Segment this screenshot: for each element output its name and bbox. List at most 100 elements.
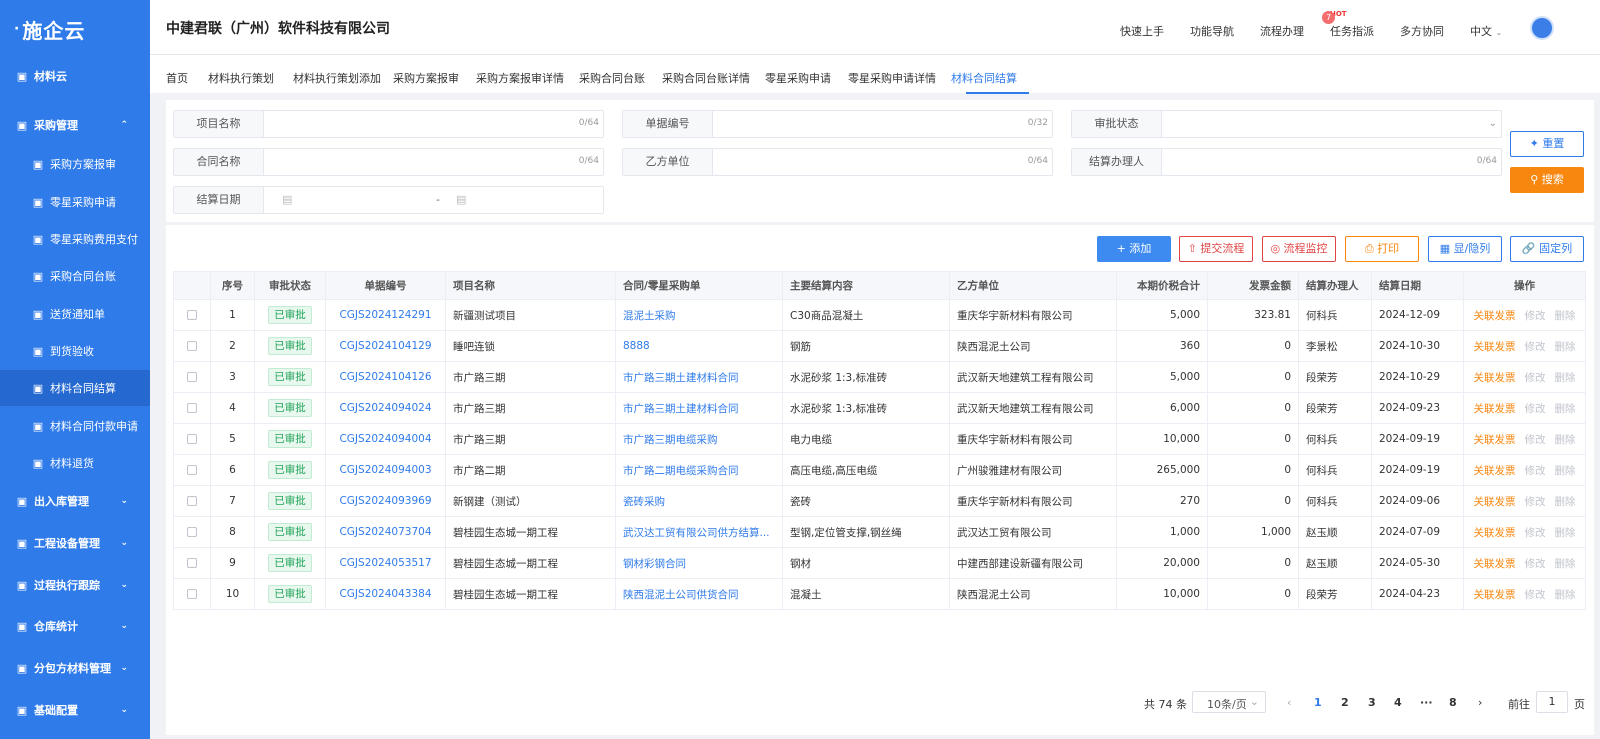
edit-button[interactable]: 修改 — [1525, 372, 1546, 384]
doc-code-link[interactable]: CGJS2024053517 — [325, 547, 446, 579]
table-row[interactable]: 7 已审批 CGJS2024093969 新钢建（测试） 瓷砖采购 瓷砖 重庆华宇新材料有限… — [173, 485, 1586, 517]
link-invoice-button[interactable]: 关联发票 — [1474, 310, 1516, 322]
sidebar-item[interactable]: ▣ 分包方材料管理 ⌄ — [0, 650, 150, 686]
link-invoice-button[interactable]: 关联发票 — [1474, 527, 1516, 539]
language-select[interactable]: 中文 ⌄ — [1470, 23, 1502, 39]
sidebar-item[interactable]: ▣ 采购管理 ⌃ — [0, 107, 150, 143]
doc-code-link[interactable]: CGJS2024094003 — [325, 454, 446, 486]
delete-button[interactable]: 删除 — [1555, 372, 1576, 384]
link-invoice-button[interactable]: 关联发票 — [1474, 558, 1516, 570]
filter-doc-no[interactable]: 单据编号 0/32 — [622, 110, 1053, 138]
search-button[interactable]: ⚲ 搜索 — [1510, 167, 1584, 193]
flow-monitor-button[interactable]: ◎ 流程监控 — [1262, 236, 1336, 262]
link-invoice-button[interactable]: 关联发票 — [1474, 434, 1516, 446]
link-invoice-button[interactable]: 关联发票 — [1474, 403, 1516, 415]
app-logo[interactable]: · 施企云 — [0, 0, 150, 58]
edit-button[interactable]: 修改 — [1525, 434, 1546, 446]
doc-code-link[interactable]: CGJS2024043384 — [325, 578, 446, 610]
print-button[interactable]: ⎙ 打印 — [1345, 236, 1419, 262]
nav-quick-start[interactable]: 快速上手 — [1120, 23, 1164, 39]
sidebar-item[interactable]: ▣ 零星采购费用支付 — [0, 221, 150, 257]
tab[interactable]: 零星采购申请 — [765, 70, 831, 86]
page-number[interactable]: 8 — [1449, 696, 1457, 709]
submit-flow-button[interactable]: ⇧ 提交流程 — [1179, 236, 1253, 262]
sidebar-item[interactable]: ▣ 到货验收 — [0, 333, 150, 369]
edit-button[interactable]: 修改 — [1525, 589, 1546, 601]
goto-page-input[interactable]: 1 — [1536, 691, 1568, 713]
edit-button[interactable]: 修改 — [1525, 341, 1546, 353]
contract-link[interactable]: 市广路三期电缆采购 — [615, 423, 783, 455]
tab[interactable]: 采购合同台账详情 — [662, 70, 750, 86]
contract-link[interactable]: 混泥土采购 — [615, 299, 783, 331]
doc-code-link[interactable]: CGJS2024094024 — [325, 392, 446, 424]
filter-project-name[interactable]: 项目名称 0/64 — [173, 110, 604, 138]
nav-task-assign[interactable]: 任务指派 — [1330, 23, 1374, 39]
contract-link[interactable]: 瓷砖采购 — [615, 485, 783, 517]
contract-link[interactable]: 市广路三期土建材料合同 — [615, 361, 783, 393]
edit-button[interactable]: 修改 — [1525, 527, 1546, 539]
delete-button[interactable]: 删除 — [1555, 496, 1576, 508]
filter-settle-date[interactable]: 结算日期 ▤ - ▤ — [173, 186, 604, 214]
sidebar-item[interactable]: ▣ 采购合同台账 — [0, 258, 150, 294]
contract-link[interactable]: 钢材彩钢合同 — [615, 547, 783, 579]
row-checkbox[interactable] — [187, 589, 197, 599]
filter-party-b[interactable]: 乙方单位 0/64 — [622, 148, 1053, 176]
edit-button[interactable]: 修改 — [1525, 558, 1546, 570]
delete-button[interactable]: 删除 — [1555, 403, 1576, 415]
sidebar-item[interactable]: ▣ 仓库统计 ⌄ — [0, 608, 150, 644]
sidebar-item[interactable]: ▣ 送货通知单 — [0, 296, 150, 332]
edit-button[interactable]: 修改 — [1525, 403, 1546, 415]
edit-button[interactable]: 修改 — [1525, 496, 1546, 508]
page-number[interactable]: 1 — [1314, 696, 1322, 709]
link-invoice-button[interactable]: 关联发票 — [1474, 465, 1516, 477]
tab[interactable]: 零星采购申请详情 — [848, 70, 936, 86]
page-number[interactable]: 4 — [1394, 696, 1402, 709]
table-row[interactable]: 9 已审批 CGJS2024053517 碧桂园生态城一期工程 钢材彩钢合同 钢材 中建西部… — [173, 547, 1586, 579]
row-checkbox[interactable] — [187, 310, 197, 320]
sidebar-item[interactable]: ▣ 出入库管理 ⌄ — [0, 483, 150, 519]
row-checkbox[interactable] — [187, 434, 197, 444]
delete-button[interactable]: 删除 — [1555, 589, 1576, 601]
next-page-button[interactable]: › — [1478, 696, 1482, 709]
table-row[interactable]: 8 已审批 CGJS2024073704 碧桂园生态城一期工程 武汉达工贸有限公司供方结… — [173, 516, 1586, 548]
sidebar-item[interactable]: ▣ 材料退货 — [0, 445, 150, 481]
delete-button[interactable]: 删除 — [1555, 341, 1576, 353]
page-number[interactable]: 3 — [1368, 696, 1376, 709]
page-number[interactable]: 2 — [1341, 696, 1349, 709]
avatar[interactable] — [1530, 16, 1554, 40]
tab[interactable]: 材料合同结算 — [951, 70, 1017, 86]
sidebar-item[interactable]: ▣ 采购方案报审 — [0, 146, 150, 182]
table-row[interactable]: 6 已审批 CGJS2024094003 市广路二期 市广路二期电缆采购合同 高压电缆,高… — [173, 454, 1586, 486]
filter-contract-name[interactable]: 合同名称 0/64 — [173, 148, 604, 176]
contract-link[interactable]: 8888 — [615, 330, 783, 362]
tab[interactable]: 采购方案报审 — [393, 70, 459, 86]
tab[interactable]: 采购方案报审详情 — [476, 70, 564, 86]
row-checkbox[interactable] — [187, 496, 197, 506]
delete-button[interactable]: 删除 — [1555, 434, 1576, 446]
table-row[interactable]: 5 已审批 CGJS2024094004 市广路三期 市广路三期电缆采购 电力电缆 重庆华宇… — [173, 423, 1586, 455]
row-checkbox[interactable] — [187, 527, 197, 537]
table-row[interactable]: 3 已审批 CGJS2024104126 市广路三期 市广路三期土建材料合同 水泥砂浆 1… — [173, 361, 1586, 393]
nav-collaboration[interactable]: 多方协同 — [1400, 23, 1444, 39]
tab[interactable]: 首页 — [166, 70, 188, 86]
nav-process-flow[interactable]: 流程办理 — [1260, 23, 1304, 39]
doc-code-link[interactable]: CGJS2024104129 — [325, 330, 446, 362]
select-all-checkbox[interactable] — [173, 271, 211, 300]
filter-approval-status[interactable]: 审批状态 ⌄ — [1071, 110, 1502, 138]
tab[interactable]: 材料执行策划 — [208, 70, 274, 86]
contract-link[interactable]: 市广路三期土建材料合同 — [615, 392, 783, 424]
doc-code-link[interactable]: CGJS2024124291 — [325, 299, 446, 331]
doc-code-link[interactable]: CGJS2024104126 — [325, 361, 446, 393]
row-checkbox[interactable] — [187, 558, 197, 568]
sidebar-item[interactable]: ▣ 基础配置 ⌄ — [0, 692, 150, 728]
table-row[interactable]: 10 已审批 CGJS2024043384 碧桂园生态城一期工程 陕西混泥土公司供货合同… — [173, 578, 1586, 610]
page-number[interactable]: ··· — [1420, 696, 1433, 709]
add-button[interactable]: + 添加 — [1097, 236, 1171, 262]
page-size-select[interactable]: 10条/页 ⌄ — [1192, 691, 1266, 713]
link-invoice-button[interactable]: 关联发票 — [1474, 372, 1516, 384]
delete-button[interactable]: 删除 — [1555, 558, 1576, 570]
show-hide-columns-button[interactable]: ▦ 显/隐列 — [1428, 236, 1502, 262]
delete-button[interactable]: 删除 — [1555, 465, 1576, 477]
sidebar-item[interactable]: ▣ 材料合同付款申请 — [0, 408, 150, 444]
fix-column-button[interactable]: 🔗 固定列 — [1510, 236, 1584, 262]
